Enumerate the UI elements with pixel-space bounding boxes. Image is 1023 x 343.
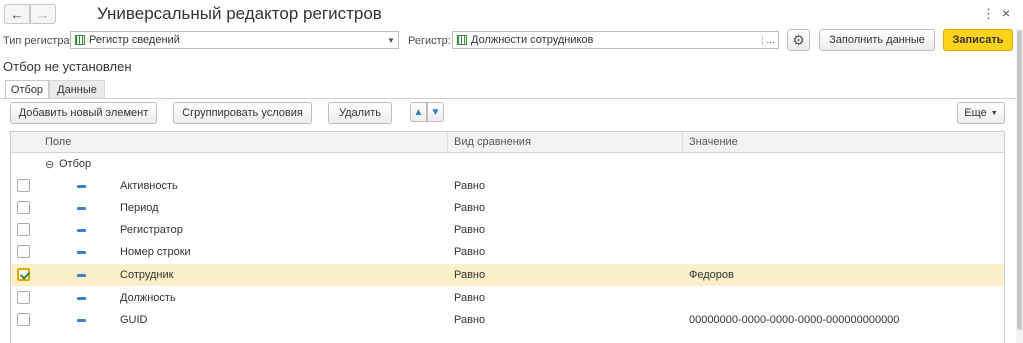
row-checkbox[interactable]	[17, 291, 30, 304]
filter-value[interactable]: Федоров	[689, 269, 734, 281]
field-name: Активность	[120, 180, 178, 192]
column-field[interactable]: Поле	[45, 136, 71, 148]
vertical-scrollbar[interactable]	[1016, 28, 1023, 343]
field-icon	[77, 207, 86, 210]
tab-data[interactable]: Данные	[49, 80, 105, 99]
column-separator	[447, 132, 448, 153]
register-type-value: Регистр сведений	[89, 34, 180, 46]
field-name: Регистратор	[120, 224, 183, 236]
comparison-type[interactable]: Равно	[454, 269, 485, 281]
field-icon	[77, 274, 86, 277]
table-row[interactable]: Период Равно	[11, 197, 1004, 219]
forward-arrow-icon[interactable]: →	[30, 4, 56, 24]
more-actions-icon[interactable]: ⋮	[982, 6, 995, 22]
settings-button[interactable]: ⚙	[787, 29, 810, 51]
filter-status: Отбор не установлен	[3, 59, 132, 74]
register-value: Должности сотрудников	[471, 34, 594, 46]
field-icon	[77, 319, 86, 322]
move-down-icon[interactable]: ▼	[427, 102, 444, 122]
row-checkbox[interactable]	[17, 201, 30, 214]
comparison-type[interactable]: Равно	[454, 292, 485, 304]
move-up-icon[interactable]: ▲	[410, 102, 427, 122]
column-separator	[682, 132, 683, 153]
group-row[interactable]: ⊖ Отбор	[11, 153, 1004, 175]
field-icon	[77, 297, 86, 300]
save-button[interactable]: Записать	[943, 29, 1013, 51]
field-name: Должность	[120, 292, 176, 304]
delete-button[interactable]: Удалить	[328, 102, 392, 124]
row-checkbox[interactable]	[17, 245, 30, 258]
more-label: Еще	[964, 107, 987, 119]
register-label: Регистр:	[408, 35, 451, 47]
filter-value[interactable]: 00000000-0000-0000-0000-000000000000	[689, 314, 899, 326]
field-name: Номер строки	[120, 246, 191, 258]
table-row[interactable]: Активность Равно	[11, 175, 1004, 197]
comparison-type[interactable]: Равно	[454, 202, 485, 214]
filter-table: Поле Вид сравнения Значение ⊖ Отбор Акти…	[10, 131, 1005, 343]
add-element-button[interactable]: Добавить новый элемент	[10, 102, 157, 124]
column-comparison[interactable]: Вид сравнения	[454, 136, 531, 148]
tab-filter[interactable]: Отбор	[5, 80, 49, 99]
fill-data-button[interactable]: Заполнить данные	[819, 29, 935, 51]
scrollbar-thumb[interactable]	[1017, 30, 1022, 330]
table-row[interactable]: Должность Равно	[11, 287, 1004, 309]
comparison-type[interactable]: Равно	[454, 224, 485, 236]
table-row[interactable]: GUID Равно 00000000-0000-0000-0000-00000…	[11, 309, 1004, 331]
register-select[interactable]: Должности сотрудников ...	[452, 31, 779, 49]
title-bar: ← → Универсальный редактор регистров ⋮ ×	[0, 0, 1023, 30]
table-row-selected[interactable]: Сотрудник Равно Федоров	[11, 264, 1004, 286]
comparison-type[interactable]: Равно	[454, 314, 485, 326]
collapse-icon[interactable]: ⊖	[45, 158, 54, 171]
chevron-down-icon[interactable]: ▼	[384, 36, 398, 45]
field-name: GUID	[120, 314, 148, 326]
comparison-type[interactable]: Равно	[454, 246, 485, 258]
register-table-icon	[457, 35, 467, 45]
comparison-type[interactable]: Равно	[454, 180, 485, 192]
row-checkbox[interactable]	[17, 313, 30, 326]
browse-button[interactable]: ...	[762, 34, 778, 46]
row-checkbox-checked[interactable]	[17, 268, 30, 281]
field-icon	[77, 229, 86, 232]
back-arrow-icon[interactable]: ←	[4, 4, 30, 24]
row-checkbox[interactable]	[17, 179, 30, 192]
more-button[interactable]: Еще ▼	[957, 102, 1005, 124]
table-row[interactable]: Регистратор Равно	[11, 219, 1004, 241]
group-label: Отбор	[59, 158, 92, 170]
table-header: Поле Вид сравнения Значение	[11, 132, 1004, 153]
field-name: Период	[120, 202, 159, 214]
row-checkbox[interactable]	[17, 223, 30, 236]
tab-divider	[0, 98, 1016, 99]
field-icon	[77, 251, 86, 254]
page-title: Универсальный редактор регистров	[97, 4, 382, 23]
register-type-label: Тип регистра:	[3, 35, 73, 47]
chevron-down-icon: ▼	[990, 109, 998, 117]
column-value[interactable]: Значение	[689, 136, 738, 148]
field-name: Сотрудник	[120, 269, 174, 281]
register-type-select[interactable]: Регистр сведений ▼	[70, 31, 399, 49]
gear-icon: ⚙	[792, 31, 805, 48]
close-icon[interactable]: ×	[1002, 5, 1010, 21]
register-table-icon	[75, 35, 85, 45]
group-conditions-button[interactable]: Сгруппировать условия	[173, 102, 312, 124]
field-icon	[77, 185, 86, 188]
table-row[interactable]: Номер строки Равно	[11, 241, 1004, 263]
